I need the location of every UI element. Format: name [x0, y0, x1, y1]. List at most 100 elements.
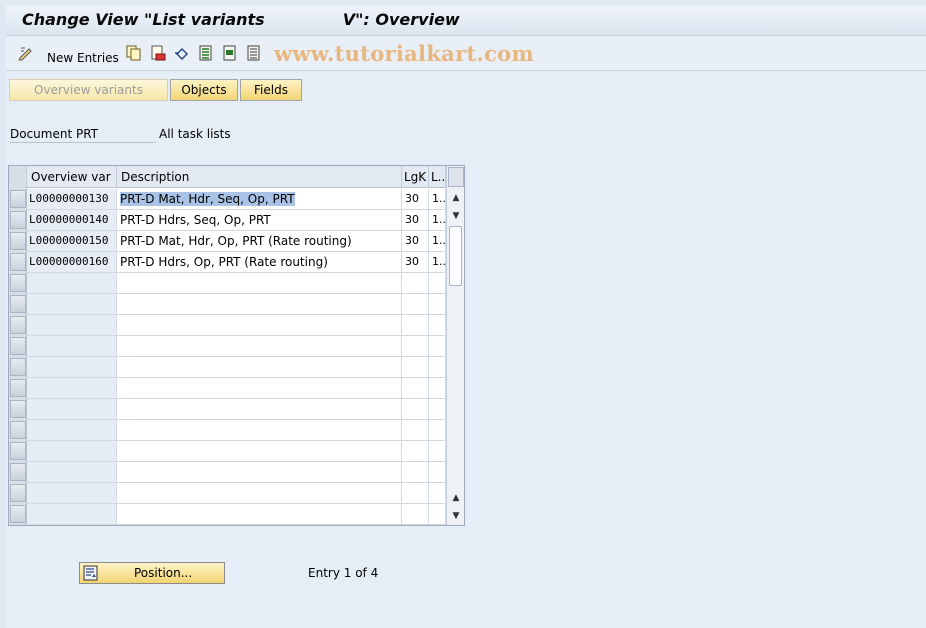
scroll-page-down-icon[interactable]: ▼: [450, 210, 462, 222]
l-cell[interactable]: [429, 441, 446, 461]
copy-icon[interactable]: [126, 45, 142, 61]
l-cell[interactable]: 1...: [429, 252, 446, 272]
l-cell[interactable]: [429, 294, 446, 314]
description-cell[interactable]: [117, 420, 402, 440]
l-cell[interactable]: [429, 420, 446, 440]
position-button[interactable]: Position...: [79, 562, 225, 584]
select-block-icon[interactable]: [222, 45, 238, 61]
description-cell[interactable]: PRT-D Mat, Hdr, Op, PRT (Rate routing): [117, 231, 402, 251]
row-selector[interactable]: [10, 463, 26, 481]
row-selector[interactable]: [10, 421, 26, 439]
column-settings-icon[interactable]: [448, 167, 464, 187]
row-selector[interactable]: [10, 400, 26, 418]
lgk-cell[interactable]: [402, 504, 429, 524]
scroll-up-icon[interactable]: ▲: [450, 192, 462, 204]
lgk-cell[interactable]: [402, 315, 429, 335]
description-cell[interactable]: [117, 399, 402, 419]
description-cell[interactable]: [117, 378, 402, 398]
table-row[interactable]: [27, 336, 446, 357]
description-cell[interactable]: [117, 294, 402, 314]
l-cell[interactable]: 1...: [429, 231, 446, 251]
lgk-cell[interactable]: [402, 420, 429, 440]
row-selector[interactable]: [10, 337, 26, 355]
table-row[interactable]: [27, 504, 446, 525]
table-row[interactable]: [27, 273, 446, 294]
description-cell[interactable]: [117, 483, 402, 503]
overview-variants-button[interactable]: Overview variants: [9, 79, 168, 101]
l-cell[interactable]: [429, 504, 446, 524]
edit-pencil-icon[interactable]: [18, 45, 34, 61]
description-cell[interactable]: PRT-D Mat, Hdr, Seq, Op, PRT: [117, 189, 402, 209]
row-selector[interactable]: [10, 379, 26, 397]
table-row[interactable]: L00000000160 PRT-D Hdrs, Op, PRT (Rate ro…: [27, 252, 446, 273]
lgk-cell[interactable]: [402, 294, 429, 314]
description-cell[interactable]: [117, 462, 402, 482]
select-all-icon[interactable]: [198, 45, 214, 61]
lgk-cell[interactable]: 30: [402, 231, 429, 251]
row-selector[interactable]: [10, 211, 26, 229]
objects-button[interactable]: Objects: [170, 79, 238, 101]
scrollbar-thumb[interactable]: [449, 226, 462, 286]
description-cell[interactable]: [117, 504, 402, 524]
l-cell[interactable]: [429, 399, 446, 419]
new-entries-button[interactable]: New Entries: [47, 51, 119, 65]
l-cell[interactable]: 1...: [429, 189, 446, 209]
table-row[interactable]: [27, 483, 446, 504]
row-selector[interactable]: [10, 295, 26, 313]
lgk-cell[interactable]: [402, 462, 429, 482]
table-row[interactable]: [27, 315, 446, 336]
lgk-cell[interactable]: [402, 399, 429, 419]
l-cell[interactable]: 1...: [429, 210, 446, 230]
table-row[interactable]: [27, 441, 446, 462]
delete-icon[interactable]: [150, 45, 166, 61]
fields-button[interactable]: Fields: [240, 79, 302, 101]
description-cell[interactable]: PRT-D Hdrs, Seq, Op, PRT: [117, 210, 402, 230]
row-selector[interactable]: [10, 316, 26, 334]
select-all-rows-button[interactable]: [9, 166, 27, 188]
table-row[interactable]: [27, 462, 446, 483]
row-selector[interactable]: [10, 253, 26, 271]
table-row[interactable]: L00000000150 PRT-D Mat, Hdr, Op, PRT (Rat…: [27, 231, 446, 252]
table-row[interactable]: [27, 294, 446, 315]
vertical-scrollbar[interactable]: ▲ ▼ ▲ ▼: [446, 166, 464, 525]
table-row[interactable]: [27, 378, 446, 399]
column-header-lgk[interactable]: LgK: [402, 166, 429, 188]
l-cell[interactable]: [429, 357, 446, 377]
lgk-cell[interactable]: [402, 483, 429, 503]
l-cell[interactable]: [429, 462, 446, 482]
table-row[interactable]: L00000000140 PRT-D Hdrs, Seq, Op, PRT 30 1.…: [27, 210, 446, 231]
lgk-cell[interactable]: 30: [402, 252, 429, 272]
description-cell[interactable]: [117, 441, 402, 461]
l-cell[interactable]: [429, 336, 446, 356]
scroll-page-up-icon[interactable]: ▲: [450, 492, 462, 504]
scroll-down-icon[interactable]: ▼: [450, 510, 462, 522]
deselect-all-icon[interactable]: [246, 45, 262, 61]
row-selector[interactable]: [10, 484, 26, 502]
undo-icon[interactable]: [174, 45, 190, 61]
table-row[interactable]: [27, 420, 446, 441]
column-header-l[interactable]: L...: [429, 166, 446, 188]
lgk-cell[interactable]: [402, 336, 429, 356]
l-cell[interactable]: [429, 378, 446, 398]
column-header-overview-var[interactable]: Overview var: [27, 166, 117, 188]
description-cell[interactable]: [117, 273, 402, 293]
table-row[interactable]: L00000000130 PRT-D Mat, Hdr, Seq, Op, PRT…: [27, 189, 446, 210]
column-header-description[interactable]: Description: [117, 166, 402, 188]
row-selector[interactable]: [10, 190, 26, 208]
l-cell[interactable]: [429, 273, 446, 293]
description-cell[interactable]: [117, 315, 402, 335]
description-cell[interactable]: [117, 357, 402, 377]
row-selector[interactable]: [10, 442, 26, 460]
lgk-cell[interactable]: 30: [402, 189, 429, 209]
table-row[interactable]: [27, 399, 446, 420]
description-cell[interactable]: PRT-D Hdrs, Op, PRT (Rate routing): [117, 252, 402, 272]
lgk-cell[interactable]: 30: [402, 210, 429, 230]
row-selector[interactable]: [10, 358, 26, 376]
lgk-cell[interactable]: [402, 441, 429, 461]
row-selector[interactable]: [10, 505, 26, 523]
description-cell[interactable]: [117, 336, 402, 356]
table-row[interactable]: [27, 357, 446, 378]
lgk-cell[interactable]: [402, 273, 429, 293]
row-selector[interactable]: [10, 232, 26, 250]
lgk-cell[interactable]: [402, 357, 429, 377]
